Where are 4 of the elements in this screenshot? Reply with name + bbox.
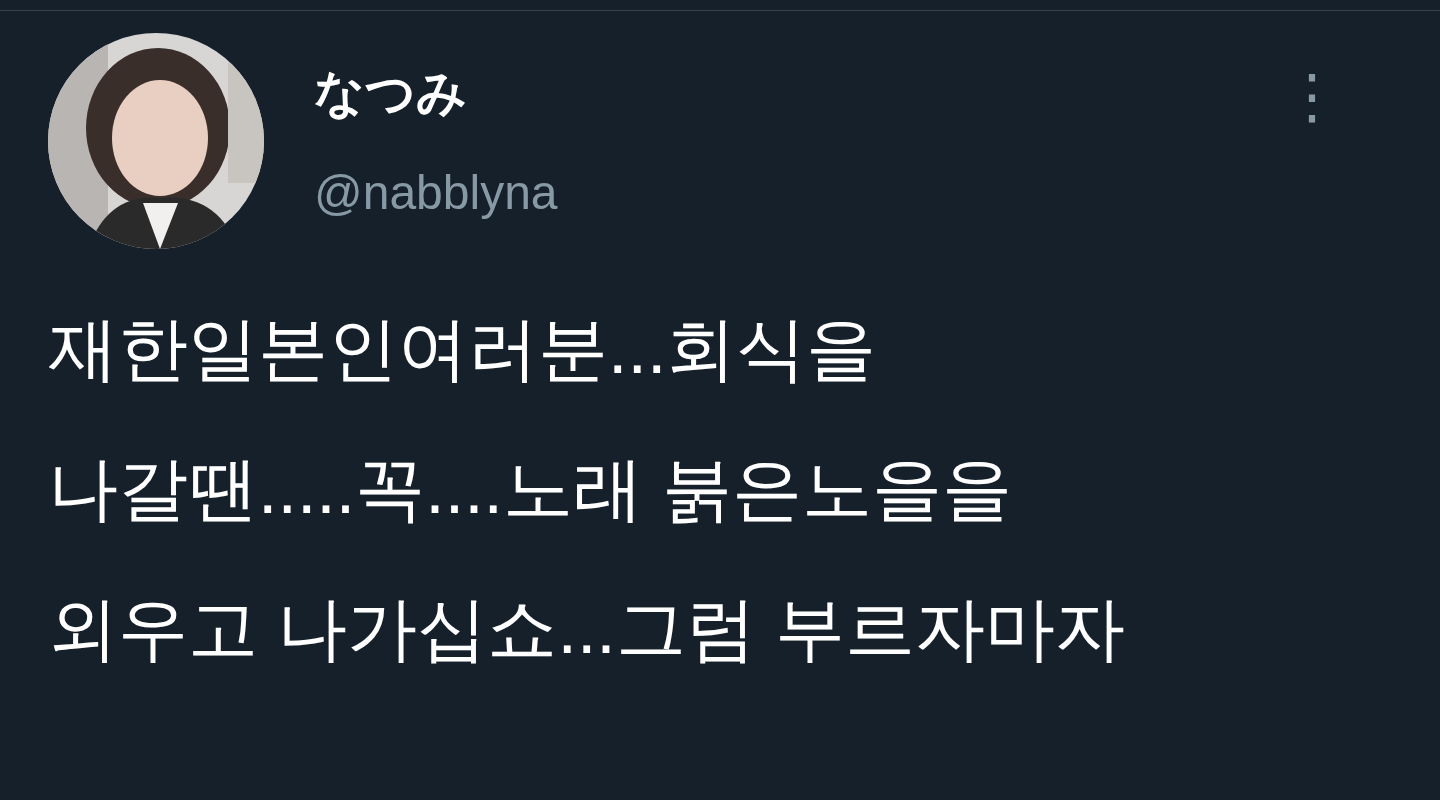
more-menu-button[interactable]: ⋮	[1282, 61, 1342, 131]
tweet-text: 재한일본인여러분...회식을 나갈땐.....꼭....노래 붉은노을을 외우고 나가십쇼...그럼 부르자마자	[48, 309, 1127, 670]
user-handle: @nabblyna	[314, 165, 559, 221]
display-name: なつみ	[314, 64, 468, 123]
